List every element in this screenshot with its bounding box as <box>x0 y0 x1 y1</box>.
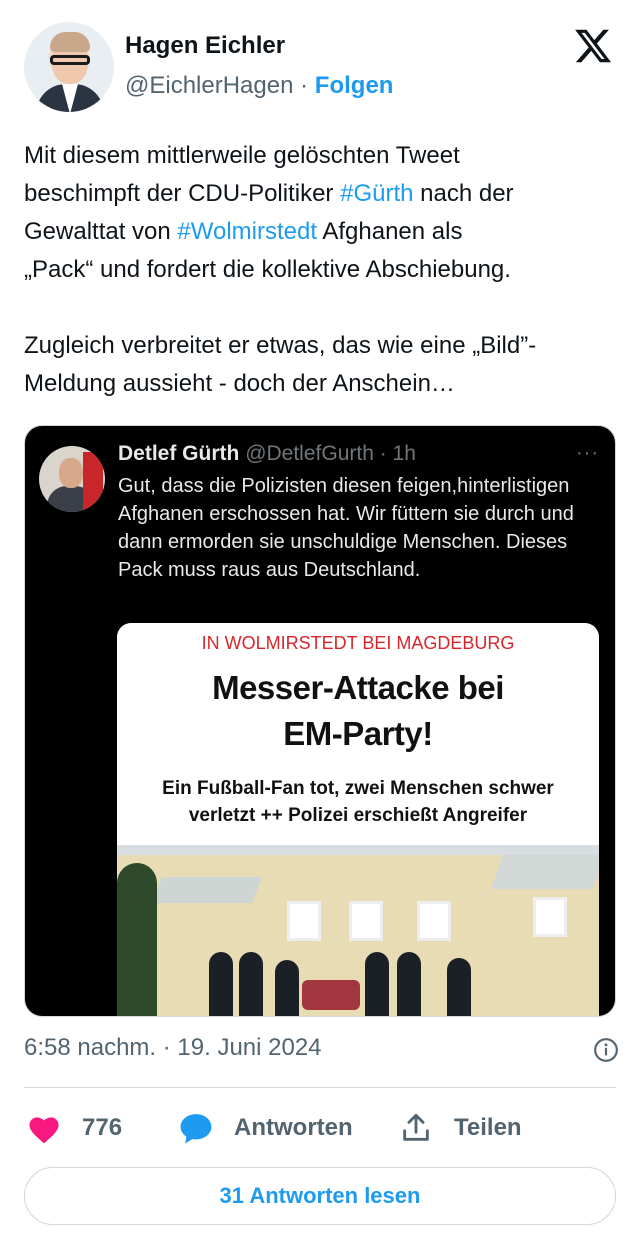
author-name[interactable]: Hagen Eichler <box>125 32 285 60</box>
x-logo-icon[interactable] <box>573 26 613 66</box>
heart-icon <box>24 1111 64 1145</box>
follow-button[interactable]: Folgen <box>315 72 394 99</box>
author-handle[interactable]: @EichlerHagen <box>125 72 293 99</box>
news-headline: Messer-Attacke bei EM-Party! <box>212 669 504 752</box>
separator-dot: · <box>300 72 309 99</box>
hashtag-link[interactable]: #Wolmirstedt <box>177 218 317 245</box>
tweet-timestamp[interactable]: 6:58 nachm. · 19. Juni 2024 <box>24 1034 322 1062</box>
tweet-line: Mit diesem mittlerweile gelöschten Tweet <box>24 142 460 169</box>
reply-label: Antworten <box>234 1114 353 1141</box>
news-kicker: IN WOLMIRSTEDT BEI MAGDEBURG <box>201 633 515 653</box>
action-bar: 776 Antworten Teilen <box>24 1108 616 1148</box>
reply-bubble-icon <box>176 1111 216 1145</box>
tweet-line: Gewalttat von #Wolmirstedt Afghanen als <box>24 218 463 245</box>
author-avatar[interactable] <box>24 22 114 112</box>
news-subheadline: Ein Fußball-Fan tot, zwei Menschen schwe… <box>162 778 554 826</box>
read-replies-button[interactable]: 31 Antworten lesen <box>24 1167 616 1225</box>
divider <box>24 1087 616 1088</box>
embedded-text: Gut, dass die Polizisten diesen feigen,h… <box>118 475 574 581</box>
tweet-line: „Pack“ und fordert die kollektive Abschi… <box>24 256 511 283</box>
info-icon[interactable] <box>593 1037 619 1063</box>
more-icon: ··· <box>576 442 599 464</box>
share-icon <box>396 1111 436 1145</box>
tweet-media-image[interactable]: Detlef Gürth @DetlefGurth · 1h ··· Gut, … <box>24 425 616 1017</box>
reply-button[interactable]: Antworten <box>176 1108 353 1148</box>
share-button[interactable]: Teilen <box>396 1108 522 1148</box>
tweet-line: Zugleich verbreitet er etwas, das wie ei… <box>24 332 537 359</box>
tweet-line: beschimpft der CDU-Politiker #Gürth nach… <box>24 180 514 207</box>
news-graphic: IN WOLMIRSTEDT BEI MAGDEBURG Messer-Atta… <box>117 623 599 1016</box>
tweet-line: Meldung aussieht - doch der Anschein… <box>24 370 455 397</box>
embedded-author: Detlef Gürth @DetlefGurth · 1h <box>118 442 416 465</box>
like-button[interactable]: 776 <box>24 1108 122 1148</box>
handle-row: @EichlerHagen · Folgen <box>125 72 393 100</box>
like-count: 776 <box>82 1114 123 1141</box>
embedded-avatar <box>39 446 105 512</box>
news-photo <box>117 845 599 1016</box>
tweet-header: Hagen Eichler @EichlerHagen · Folgen <box>24 22 619 114</box>
tweet-text: Mit diesem mittlerweile gelöschten Tweet… <box>24 137 624 403</box>
hashtag-link[interactable]: #Gürth <box>340 180 413 207</box>
embedded-handle: @DetlefGurth · 1h <box>245 442 416 465</box>
share-label: Teilen <box>454 1114 522 1141</box>
